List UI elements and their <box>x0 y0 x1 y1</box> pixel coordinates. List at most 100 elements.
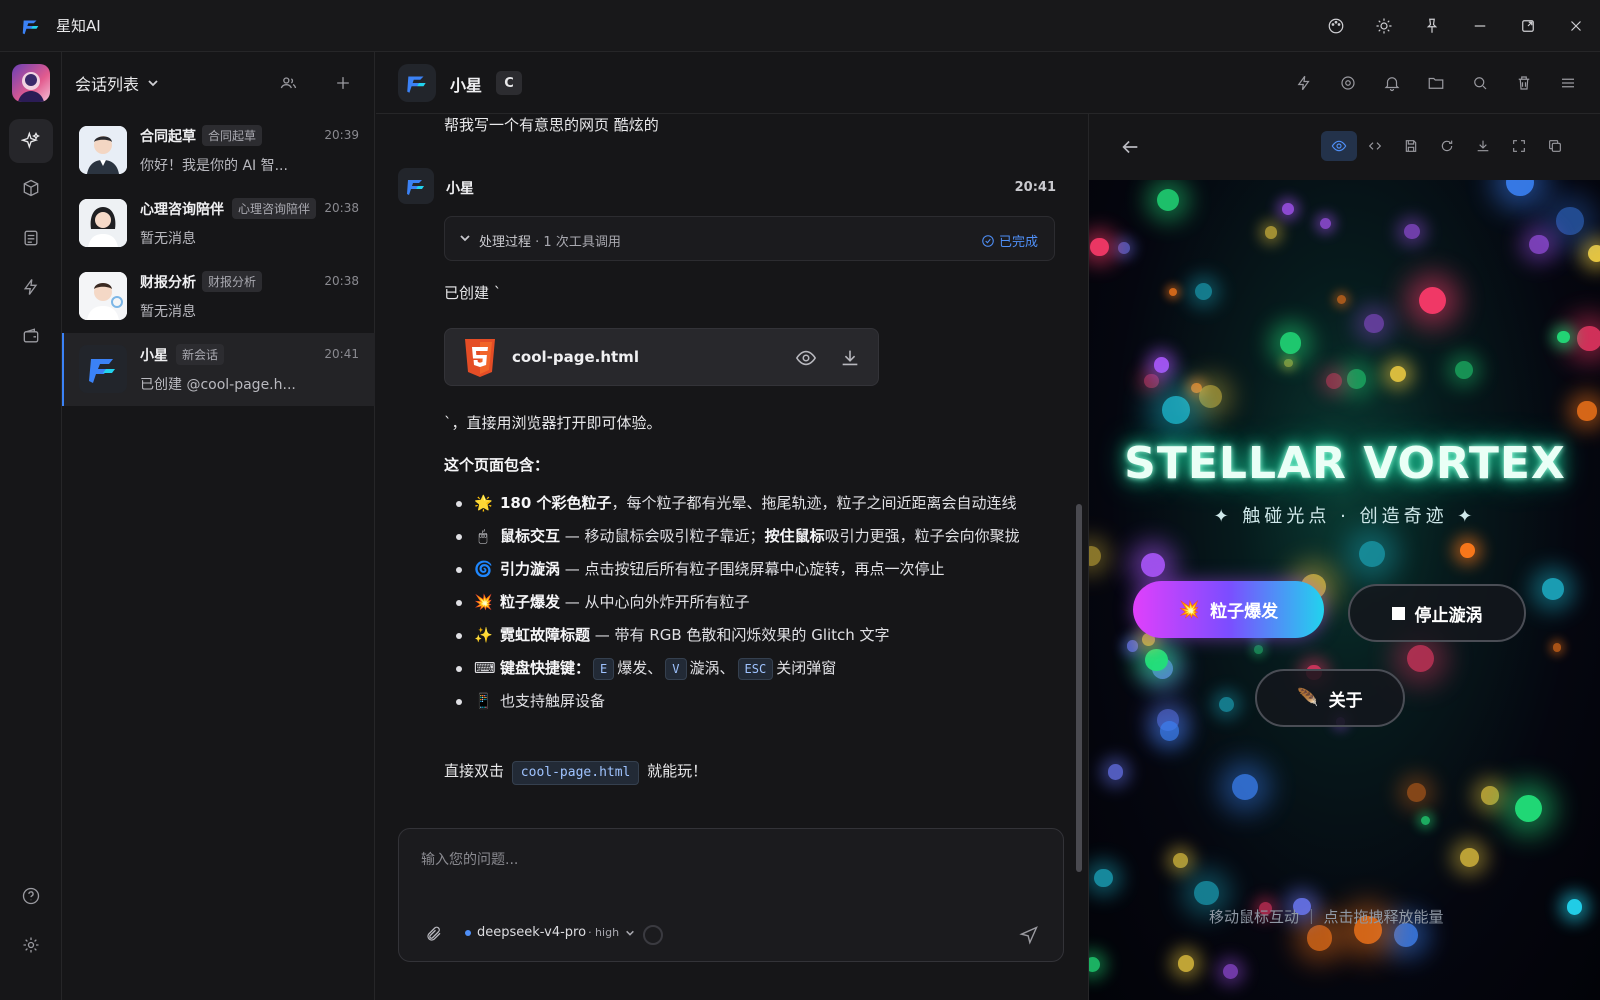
sparkles-icon <box>21 131 40 149</box>
conversation-item-active[interactable]: 小星 新会话 20:41 已创建 @cool-page.h... <box>62 333 375 406</box>
message-scrollbar[interactable] <box>1076 504 1082 872</box>
document-icon <box>24 230 38 246</box>
conversation-item[interactable]: 合同起草 合同起草 20:39 你好！我是你的 AI 智... <box>62 114 375 187</box>
preview-refresh-button[interactable] <box>1429 131 1465 161</box>
add-conversation-icon[interactable] <box>333 73 353 93</box>
file-card[interactable]: cool-page.html <box>444 328 879 386</box>
conversation-item[interactable]: 心理咨询陪伴 心理咨询陪伴 20:38 暂无消息 <box>62 187 375 260</box>
preview-code-button[interactable] <box>1357 131 1393 161</box>
process-status: 已完成 <box>981 231 1038 250</box>
particle <box>1420 815 1431 826</box>
stage-hint: 移动鼠标互动 ｜ 点击拖拽释放能量 <box>1209 908 1444 926</box>
conversation-list-header[interactable]: 会话列表 <box>62 52 374 114</box>
preview-download-button[interactable] <box>1465 131 1501 161</box>
contacts-icon[interactable] <box>278 73 298 93</box>
rail-models-button[interactable] <box>9 166 53 210</box>
eye-icon <box>1331 140 1347 152</box>
preview-save-button[interactable] <box>1393 131 1429 161</box>
particle <box>1364 313 1384 334</box>
rail-chat-button[interactable] <box>9 119 53 163</box>
pin-button[interactable] <box>1408 0 1456 52</box>
stage-subtitle: ✦ 触碰光点 · 创造奇迹 ✦ <box>1213 506 1477 527</box>
avatar-art-icon <box>18 72 44 102</box>
particle <box>1194 880 1219 906</box>
conversation-item[interactable]: 财报分析 财报分析 20:38 暂无消息 <box>62 260 375 333</box>
conversation-tag: 新会话 <box>176 344 225 365</box>
preview-view-button[interactable] <box>1321 131 1357 161</box>
list-item: 📱 也支持触屏设备 <box>444 688 1064 715</box>
chat-settings-button[interactable] <box>1326 61 1370 105</box>
particle <box>1169 288 1178 297</box>
particle <box>1455 361 1473 379</box>
fullscreen-icon <box>1513 140 1525 152</box>
quick-action-button[interactable] <box>1282 61 1326 105</box>
download-icon <box>1477 140 1489 152</box>
message-list: 帮我写一个有意思的网页 酷炫的 小星 20:41 处理过程 · 1 次工具调用 … <box>376 114 1086 879</box>
maximize-button[interactable] <box>1504 0 1552 52</box>
user-avatar[interactable] <box>12 64 50 102</box>
particle <box>1552 643 1561 652</box>
paperclip-icon[interactable] <box>425 925 443 943</box>
particle <box>1107 764 1124 780</box>
palette-button[interactable] <box>1312 0 1360 52</box>
download-icon[interactable] <box>839 347 861 369</box>
delete-button[interactable] <box>1502 61 1546 105</box>
notifications-button[interactable] <box>1370 61 1414 105</box>
conversation-avatar <box>79 126 127 174</box>
particle <box>1542 578 1564 600</box>
search-button[interactable] <box>1458 61 1502 105</box>
particle <box>1407 783 1427 803</box>
back-arrow-icon[interactable] <box>1119 136 1141 158</box>
conversation-preview: 暂无消息 <box>140 304 196 320</box>
about-button[interactable]: 🪶 关于 <box>1255 669 1405 727</box>
particle <box>1177 955 1195 972</box>
particle <box>1284 358 1293 368</box>
bot-logo-icon <box>407 76 426 93</box>
particle <box>1282 203 1294 215</box>
send-icon[interactable] <box>1019 925 1039 945</box>
minimize-button[interactable] <box>1456 0 1504 52</box>
preview-fullscreen-button[interactable] <box>1501 131 1537 161</box>
preview-copy-button[interactable] <box>1537 131 1573 161</box>
rail-help-button[interactable] <box>9 874 53 918</box>
files-button[interactable] <box>1414 61 1458 105</box>
stop-vortex-button[interactable]: 停止漩涡 <box>1348 584 1526 642</box>
particle <box>1346 369 1366 389</box>
preview-panel: STELLAR VORTEX ✦ 触碰光点 · 创造奇迹 ✦ 💥 粒子爆发 停止漩… <box>1088 114 1600 1000</box>
trash-icon <box>1518 76 1530 90</box>
rail-wallet-button[interactable] <box>9 314 53 358</box>
eye-icon[interactable] <box>795 347 817 369</box>
preview-stage[interactable]: STELLAR VORTEX ✦ 触碰光点 · 创造奇迹 ✦ 💥 粒子爆发 停止漩… <box>1089 180 1600 1000</box>
save-icon <box>1405 140 1417 152</box>
feather-icon: 🪶 <box>1297 688 1319 708</box>
bolt-icon <box>23 279 38 295</box>
chevron-down-icon <box>148 80 158 87</box>
particle <box>1556 207 1584 235</box>
particle <box>1157 188 1180 212</box>
phone-icon: 📱 <box>474 692 493 710</box>
particle <box>1090 237 1110 257</box>
theme-button[interactable] <box>1360 0 1408 52</box>
file-name: cool-page.html <box>512 348 639 366</box>
model-selector[interactable]: deepseek-v4-pro · high <box>465 925 635 940</box>
particle <box>1577 326 1600 351</box>
rail-docs-button[interactable] <box>9 216 53 260</box>
particle <box>1089 956 1101 972</box>
bot-message-name: 小星 <box>446 181 474 197</box>
particle <box>1264 226 1278 239</box>
message-input[interactable]: 输入您的问题... <box>421 849 518 869</box>
palette-icon <box>1328 18 1344 34</box>
close-button[interactable] <box>1552 0 1600 52</box>
pin-icon <box>1426 18 1438 33</box>
rail-settings-button[interactable] <box>9 923 53 967</box>
menu-button[interactable] <box>1546 61 1590 105</box>
burst-button[interactable]: 💥 粒子爆发 <box>1133 581 1324 638</box>
particle <box>1153 357 1170 373</box>
conversation-tag: 财报分析 <box>202 271 263 292</box>
rail-actions-button[interactable] <box>9 265 53 309</box>
process-panel[interactable]: 处理过程 · 1 次工具调用 已完成 <box>444 216 1055 261</box>
particle <box>1094 868 1114 888</box>
burst-icon: 💥 <box>474 593 493 611</box>
stage-title: STELLAR VORTEX <box>1124 438 1566 489</box>
folder-icon <box>1428 77 1444 89</box>
